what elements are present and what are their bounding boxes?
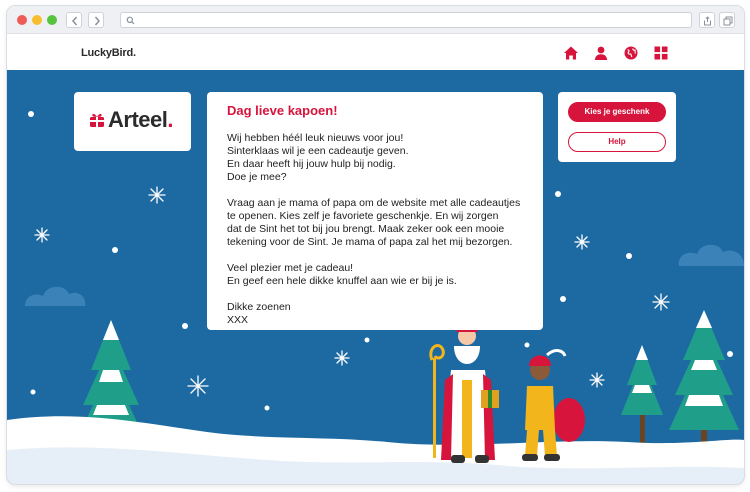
address-bar[interactable]: [120, 12, 692, 28]
arteel-logo-text: Arteel.: [108, 107, 173, 132]
site-header: LuckyBird.: [7, 35, 744, 70]
tabs-icon: [723, 16, 733, 26]
actions-card: Kies je geschenk Help: [558, 92, 676, 162]
letter-signoff: Dikke zoenen XXX: [227, 301, 291, 326]
user-icon[interactable]: [593, 45, 609, 61]
letter-paragraph: Wij hebben héél leuk nieuws voor jou! Si…: [227, 132, 409, 183]
search-icon: [126, 16, 135, 25]
brand-logo[interactable]: LuckyBird.: [81, 47, 136, 59]
winter-scene: Arteel. Dag lieve kapoen! Wij hebben héé…: [7, 70, 744, 484]
share-icon: [704, 16, 711, 26]
help-button[interactable]: Help: [568, 132, 666, 152]
globe-icon[interactable]: [623, 45, 639, 61]
browser-toolbar: [7, 6, 744, 34]
close-window-button[interactable]: [17, 15, 27, 25]
browser-window: LuckyBird. Arteel. Dag lieve kapoen! Wij…: [7, 6, 744, 484]
chevron-left-icon: [72, 16, 78, 26]
sinterklaas-illustration: [429, 310, 499, 463]
tabs-button[interactable]: [719, 12, 735, 28]
letter-paragraph: Vraag aan je mama of papa om de website …: [227, 197, 521, 248]
back-button[interactable]: [66, 12, 82, 28]
home-icon[interactable]: [563, 45, 579, 61]
choose-gift-button[interactable]: Kies je geschenk: [568, 102, 666, 122]
letter-paragraph: Veel plezier met je cadeau! En geef een …: [227, 262, 457, 287]
forward-button[interactable]: [88, 12, 104, 28]
minimize-window-button[interactable]: [32, 15, 42, 25]
gift-icon: [90, 113, 104, 127]
maximize-window-button[interactable]: [47, 15, 57, 25]
letter-card: Dag lieve kapoen! Wij hebben héél leuk n…: [207, 92, 543, 330]
share-button[interactable]: [699, 12, 715, 28]
chevron-right-icon: [94, 16, 100, 26]
grid-icon[interactable]: [653, 45, 669, 61]
arteel-logo-card: Arteel.: [74, 92, 191, 151]
tree-right-large: [669, 310, 739, 450]
tree-right-small: [621, 345, 663, 445]
letter-title: Dag lieve kapoen!: [227, 103, 338, 118]
